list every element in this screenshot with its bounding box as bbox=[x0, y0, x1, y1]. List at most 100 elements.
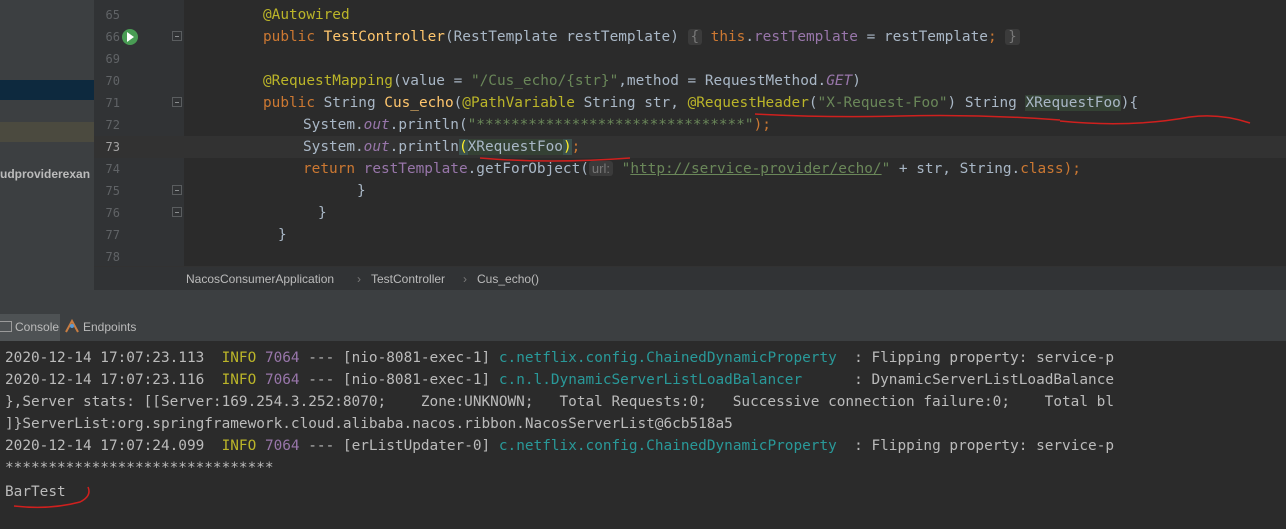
breadcrumb: NacosConsumerApplication › TestControlle… bbox=[94, 266, 1286, 291]
code-line-78: 78 bbox=[94, 246, 1286, 268]
line-number: 75 bbox=[105, 184, 120, 198]
semicolon: ; bbox=[987, 29, 997, 45]
enum-value: GET bbox=[826, 73, 853, 89]
log-thread: [nio-8081-exec-1] bbox=[342, 350, 491, 366]
tab-endpoints[interactable]: Endpoints bbox=[64, 314, 144, 341]
code-line-75: 75 } bbox=[94, 180, 1286, 202]
endpoints-icon bbox=[65, 318, 79, 333]
code-text[interactable]: return restTemplate.getForObject(url: "h… bbox=[303, 158, 1081, 180]
line-number: 66 bbox=[105, 30, 120, 44]
spring-bean-icon[interactable] bbox=[122, 29, 138, 45]
log-logger[interactable]: c.netflix.config.ChainedDynamicProperty bbox=[499, 350, 837, 366]
breadcrumb-item[interactable]: TestController bbox=[371, 272, 445, 286]
log-message: : DynamicServerListLoadBalance bbox=[802, 372, 1115, 388]
code-text[interactable]: public String Cus_echo(@PathVariable Str… bbox=[263, 92, 1138, 114]
param-hint: url: bbox=[588, 161, 613, 176]
code-line-76: 76 } bbox=[94, 202, 1286, 224]
code-text[interactable]: @Autowired bbox=[263, 4, 350, 26]
fold-toggle-icon[interactable] bbox=[172, 207, 182, 217]
breadcrumb-separator: › bbox=[463, 272, 467, 286]
code-line-70: 70 @RequestMapping(value = "/Cus_echo/{s… bbox=[94, 70, 1286, 92]
log-thread: [nio-8081-exec-1] bbox=[342, 372, 491, 388]
code-text[interactable]: } bbox=[278, 224, 287, 246]
end: ); bbox=[1063, 161, 1081, 177]
param: String str, bbox=[574, 95, 688, 111]
log-level: INFO bbox=[221, 350, 257, 366]
code-text[interactable]: public TestController(RestTemplate restT… bbox=[263, 26, 1020, 48]
type: String bbox=[314, 95, 385, 111]
method-name: Cus_echo bbox=[384, 95, 454, 111]
paren: ) bbox=[852, 73, 861, 89]
brace: } bbox=[318, 205, 327, 221]
argument: XRequestFoo bbox=[467, 139, 563, 155]
class-ref: System. bbox=[303, 139, 364, 155]
url-link[interactable]: http://service-provider/echo/ bbox=[630, 161, 881, 177]
sidebar-selected-row[interactable] bbox=[0, 80, 94, 100]
log-timestamp: 2020-12-14 17:07:23.116 bbox=[5, 372, 205, 388]
breadcrumb-item[interactable]: NacosConsumerApplication bbox=[186, 272, 334, 286]
keyword: this bbox=[710, 29, 746, 45]
code-text[interactable]: } bbox=[318, 202, 327, 224]
code-text[interactable]: @RequestMapping(value = "/Cus_echo/{str}… bbox=[263, 70, 861, 92]
line-number: 76 bbox=[105, 206, 120, 220]
quote: " bbox=[881, 161, 891, 177]
fold-toggle-icon[interactable] bbox=[172, 185, 182, 195]
static-field: out bbox=[363, 139, 390, 155]
code-text[interactable]: System.out.println(XRequestFoo); bbox=[303, 136, 580, 158]
log-level: INFO bbox=[221, 372, 257, 388]
tab-label: Console bbox=[15, 320, 60, 334]
log-sep: --- bbox=[299, 438, 343, 454]
log-logger[interactable]: c.netflix.config.ChainedDynamicProperty bbox=[499, 438, 837, 454]
constructor-name: TestController bbox=[323, 29, 445, 45]
console-output[interactable]: 2020-12-14 17:07:23.113 INFO 7064 --- [n… bbox=[0, 342, 1286, 529]
line-number: 65 bbox=[105, 8, 120, 22]
param-name: XRequestFoo bbox=[1025, 95, 1121, 111]
line-number: 71 bbox=[105, 96, 120, 110]
log-thread: [erListUpdater-0] bbox=[342, 438, 491, 454]
code-text[interactable]: } bbox=[357, 180, 366, 202]
keyword: return bbox=[303, 161, 355, 177]
brace: } bbox=[278, 227, 287, 243]
line-number: 69 bbox=[105, 52, 120, 66]
sidebar-project-label[interactable]: udproviderexan bbox=[0, 167, 90, 181]
line-number: 78 bbox=[105, 250, 120, 264]
log-pid: 7064 bbox=[264, 438, 300, 454]
log-pid: 7064 bbox=[264, 350, 300, 366]
fold-toggle-icon[interactable] bbox=[172, 97, 182, 107]
keyword: class bbox=[1020, 161, 1064, 177]
line-number: 74 bbox=[105, 162, 120, 176]
log-timestamp: 2020-12-14 17:07:23.113 bbox=[5, 350, 205, 366]
log-sep: --- bbox=[299, 372, 343, 388]
code-line-65: 65 @Autowired bbox=[94, 4, 1286, 26]
folded-brace: } bbox=[1005, 29, 1020, 45]
log-sep: --- bbox=[299, 350, 343, 366]
breadcrumb-separator: › bbox=[357, 272, 361, 286]
code-line-66: 66 public TestController(RestTemplate re… bbox=[94, 26, 1286, 48]
annotation: @RequestHeader bbox=[687, 95, 809, 111]
tab-label: Endpoints bbox=[83, 320, 137, 334]
sidebar-footer bbox=[0, 266, 94, 290]
annotation: @RequestMapping bbox=[263, 73, 393, 89]
sidebar-highlight-row[interactable] bbox=[0, 122, 94, 142]
semicolon: ; bbox=[571, 139, 581, 155]
code-text[interactable]: System.out.println("********************… bbox=[303, 114, 771, 136]
log-line: ******************************* bbox=[5, 460, 274, 476]
paren: ) bbox=[562, 139, 572, 155]
args: + str, String. bbox=[890, 161, 1021, 177]
line-number: 73 bbox=[105, 140, 120, 154]
string: "*******************************" bbox=[467, 117, 754, 133]
log-line: 2020-12-14 17:07:23.113 INFO 7064 --- [n… bbox=[5, 347, 1114, 369]
code-line-69: 69 bbox=[94, 48, 1286, 70]
fold-toggle-icon[interactable] bbox=[172, 31, 182, 41]
tab-console[interactable]: Console bbox=[0, 314, 60, 341]
log-line: ]}ServerList:org.springframework.cloud.a… bbox=[5, 416, 733, 432]
paren: ( bbox=[808, 95, 818, 111]
log-message: : Flipping property: service-p bbox=[836, 350, 1115, 366]
breadcrumb-item[interactable]: Cus_echo() bbox=[477, 272, 539, 286]
args: ,method = RequestMethod. bbox=[618, 73, 827, 89]
keyword: public bbox=[263, 29, 315, 45]
folded-brace: { bbox=[687, 29, 702, 45]
log-logger[interactable]: c.n.l.DynamicServerListLoadBalancer bbox=[499, 372, 802, 388]
param: ) String bbox=[947, 95, 1026, 111]
log-level: INFO bbox=[221, 438, 257, 454]
